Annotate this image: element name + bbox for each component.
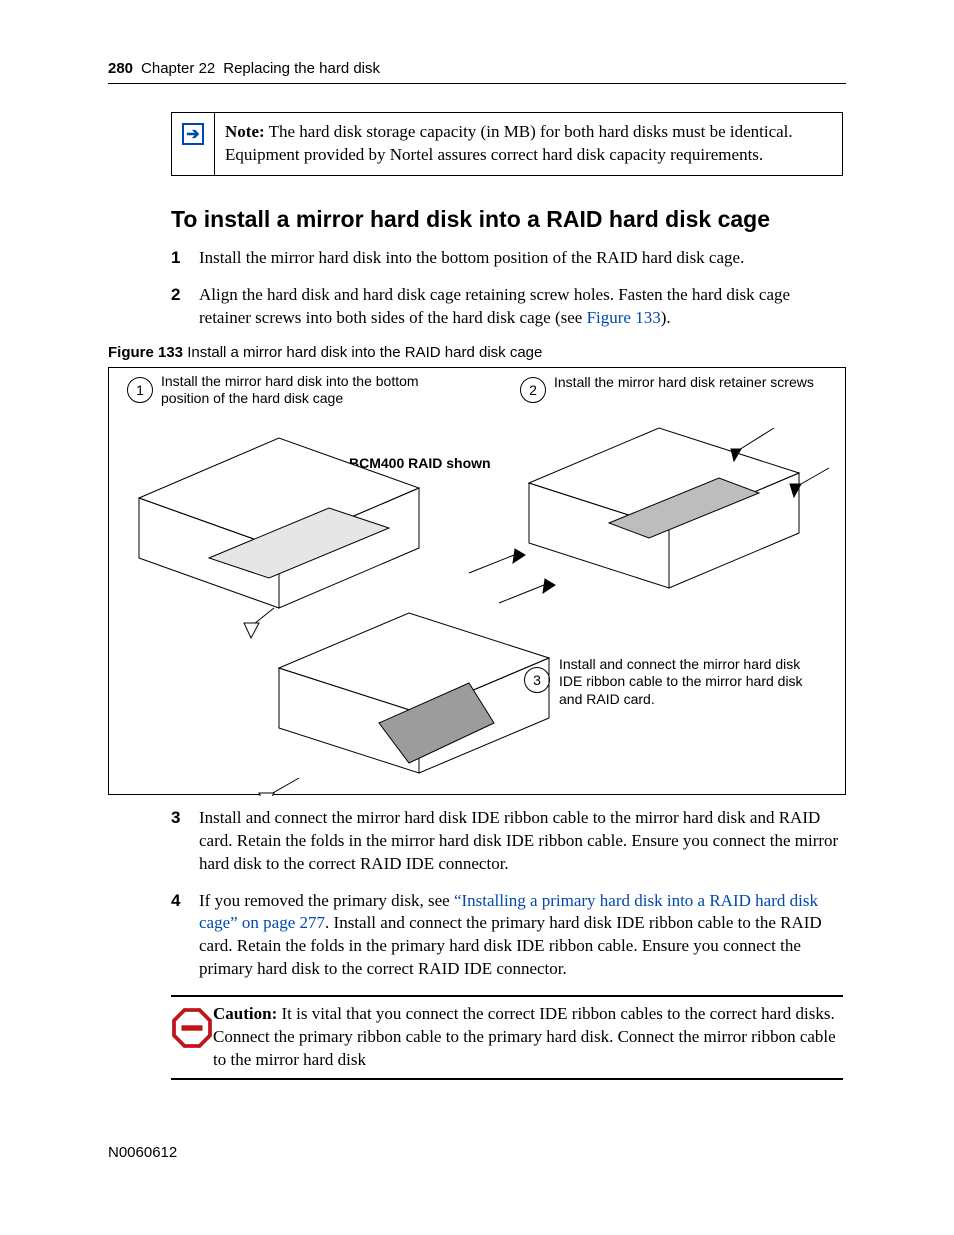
document-id: N0060612 (108, 1144, 177, 1161)
step-number: 2 (171, 284, 199, 330)
figure-reference-link[interactable]: Figure 133 (587, 308, 661, 327)
page-number: 280 (108, 60, 133, 77)
step-list-b: 3 Install and connect the mirror hard di… (171, 807, 846, 982)
step-text: Align the hard disk and hard disk cage r… (199, 284, 846, 330)
section-heading: To install a mirror hard disk into a RAI… (171, 206, 846, 233)
caution-rule-bottom (171, 1078, 843, 1080)
caution-label: Caution: (213, 1004, 277, 1023)
step-item: 1 Install the mirror hard disk into the … (171, 247, 846, 270)
step-list-a: 1 Install the mirror hard disk into the … (171, 247, 846, 330)
note-label: Note: (225, 122, 265, 141)
figure-caption: Figure 133 Install a mirror hard disk in… (108, 344, 846, 361)
running-header: 280 Chapter 22 Replacing the hard disk (108, 60, 846, 77)
caution-text: It is vital that you connect the correct… (213, 1004, 836, 1069)
step-item: 3 Install and connect the mirror hard di… (171, 807, 846, 876)
stop-icon (171, 1003, 213, 1049)
step-item: 4 If you removed the primary disk, see “… (171, 890, 846, 982)
header-rule (108, 83, 846, 84)
step-item: 2 Align the hard disk and hard disk cage… (171, 284, 846, 330)
chapter-number: Chapter 22 (141, 60, 215, 77)
step-number: 1 (171, 247, 199, 270)
step-text: If you removed the primary disk, see “In… (199, 890, 846, 982)
caution-box: Caution: It is vital that you connect th… (171, 995, 843, 1080)
step-text: Install the mirror hard disk into the bo… (199, 247, 846, 270)
figure-133: 1 Install the mirror hard disk into the … (108, 367, 846, 795)
arrow-right-icon: ➔ (182, 123, 204, 145)
figure-illustration (109, 368, 847, 796)
step-text: Install and connect the mirror hard disk… (199, 807, 846, 876)
chapter-title: Replacing the hard disk (223, 60, 380, 77)
note-text: The hard disk storage capacity (in MB) f… (225, 122, 793, 164)
step-number: 4 (171, 890, 199, 982)
step-number: 3 (171, 807, 199, 876)
note-box: ➔ Note: The hard disk storage capacity (… (171, 112, 843, 176)
